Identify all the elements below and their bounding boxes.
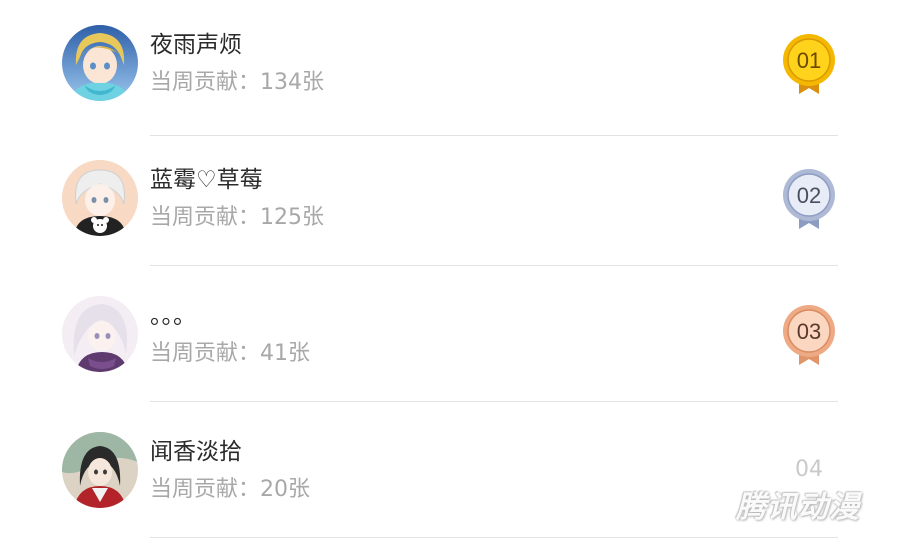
rank-number: 04 [795, 457, 823, 482]
rank-number: 02 [797, 183, 821, 208]
watermark-logo: 腾讯动漫 [736, 490, 860, 525]
contributor-name: 。。。 [150, 303, 196, 329]
contributor-name: 夜雨声烦 [150, 32, 242, 58]
weekly-contribution: 当周贡献：134张 [150, 70, 324, 95]
bronze-medal-icon: 03 [782, 304, 836, 366]
avatar[interactable] [62, 25, 138, 101]
contributor-name: 蓝霉♡草莓 [150, 167, 263, 193]
rank-number: 03 [797, 319, 821, 344]
list-item[interactable]: 夜雨声烦 当周贡献：134张 01 [0, 0, 900, 136]
list-item[interactable]: 。。。 当周贡献：41张 03 [0, 266, 900, 402]
silver-medal-icon: 02 [782, 168, 836, 230]
list-item[interactable]: 蓝霉♡草莓 当周贡献：125张 02 [0, 130, 900, 266]
avatar[interactable] [62, 296, 138, 372]
rank-number: 01 [797, 48, 821, 73]
weekly-contribution: 当周贡献：125张 [150, 205, 324, 230]
avatar[interactable] [62, 160, 138, 236]
weekly-contribution-list: 夜雨声烦 当周贡献：134张 01 蓝霉♡草莓 当周贡献：125张 02 。。。… [0, 0, 900, 551]
gold-medal-icon: 01 [782, 33, 836, 95]
contributor-name: 闻香淡拾 [150, 439, 242, 465]
divider [150, 537, 838, 538]
avatar[interactable] [62, 432, 138, 508]
weekly-contribution: 当周贡献：20张 [150, 477, 310, 502]
weekly-contribution: 当周贡献：41张 [150, 341, 310, 366]
